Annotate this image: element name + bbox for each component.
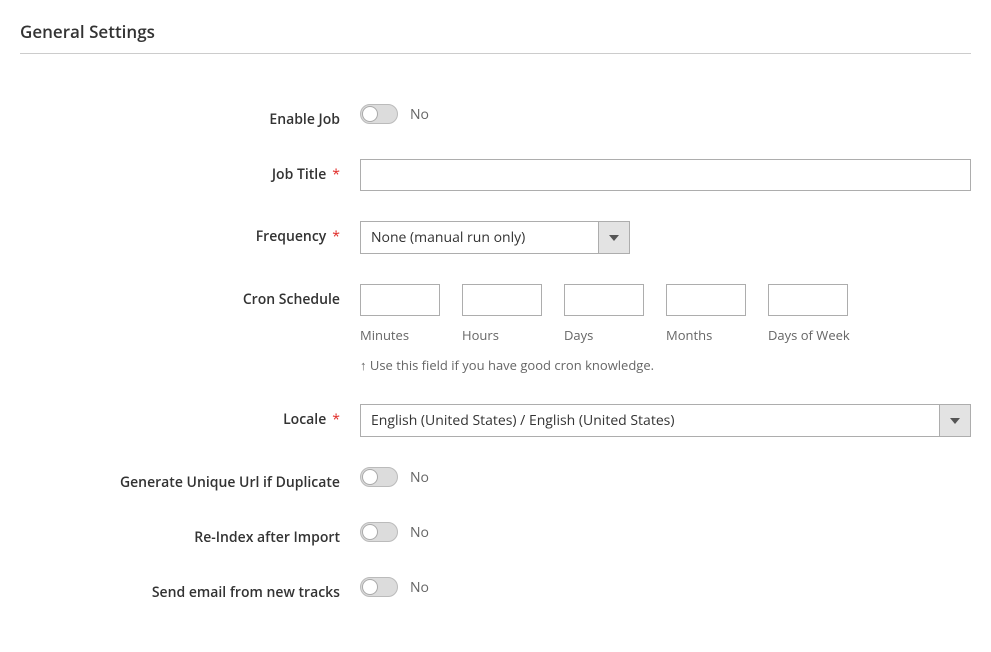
label-frequency: Frequency * <box>20 221 360 246</box>
field-enable-job: Enable Job No <box>20 104 971 129</box>
field-frequency: Frequency * None (manual run only) <box>20 221 971 254</box>
input-cron-minutes[interactable] <box>360 284 440 316</box>
select-frequency[interactable]: None (manual run only) <box>360 221 630 254</box>
input-cron-hours[interactable] <box>462 284 542 316</box>
field-locale: Locale * English (United States) / Englis… <box>20 404 971 437</box>
input-cron-days[interactable] <box>564 284 644 316</box>
sublabel-minutes: Minutes <box>360 326 440 344</box>
toggle-enable-job[interactable] <box>360 104 398 124</box>
sublabel-months: Months <box>666 326 746 344</box>
field-generate-unique-url: Generate Unique Url if Duplicate No <box>20 467 971 492</box>
toggle-knob-icon <box>362 579 378 595</box>
sublabel-hours: Hours <box>462 326 542 344</box>
toggle-knob-icon <box>362 524 378 540</box>
chevron-down-icon <box>939 404 971 437</box>
section-title: General Settings <box>20 20 971 54</box>
input-cron-days-of-week[interactable] <box>768 284 848 316</box>
label-locale: Locale * <box>20 404 360 429</box>
label-locale-text: Locale <box>283 410 326 429</box>
toggle-value-reindex: No <box>410 523 429 542</box>
toggle-generate-unique-url[interactable] <box>360 467 398 487</box>
field-cron-schedule: Cron Schedule Minutes Hours Days Months … <box>20 284 971 374</box>
toggle-value-generate-unique-url: No <box>410 468 429 487</box>
label-cron-schedule: Cron Schedule <box>20 284 360 309</box>
label-reindex: Re-Index after Import <box>20 522 360 547</box>
toggle-reindex[interactable] <box>360 522 398 542</box>
required-mark-icon: * <box>332 227 340 246</box>
input-job-title[interactable] <box>360 159 971 191</box>
field-send-email: Send email from new tracks No <box>20 577 971 602</box>
select-locale[interactable]: English (United States) / English (Unite… <box>360 404 971 437</box>
toggle-knob-icon <box>362 106 378 122</box>
toggle-value-enable-job: No <box>410 105 429 124</box>
label-job-title: Job Title * <box>20 159 360 184</box>
chevron-down-icon <box>598 221 630 254</box>
select-locale-value: English (United States) / English (Unite… <box>360 404 939 437</box>
toggle-knob-icon <box>362 469 378 485</box>
cron-note: ↑ Use this field if you have good cron k… <box>360 356 971 374</box>
label-send-email: Send email from new tracks <box>20 577 360 602</box>
label-generate-unique-url: Generate Unique Url if Duplicate <box>20 467 360 492</box>
field-reindex: Re-Index after Import No <box>20 522 971 547</box>
label-job-title-text: Job Title <box>272 165 326 184</box>
toggle-send-email[interactable] <box>360 577 398 597</box>
required-mark-icon: * <box>332 165 340 184</box>
field-job-title: Job Title * <box>20 159 971 191</box>
label-frequency-text: Frequency <box>256 227 327 246</box>
required-mark-icon: * <box>332 410 340 429</box>
sublabel-days: Days <box>564 326 644 344</box>
toggle-value-send-email: No <box>410 578 429 597</box>
label-enable-job: Enable Job <box>20 104 360 129</box>
select-frequency-value: None (manual run only) <box>360 221 598 254</box>
input-cron-months[interactable] <box>666 284 746 316</box>
sublabel-days-of-week: Days of Week <box>768 326 850 344</box>
